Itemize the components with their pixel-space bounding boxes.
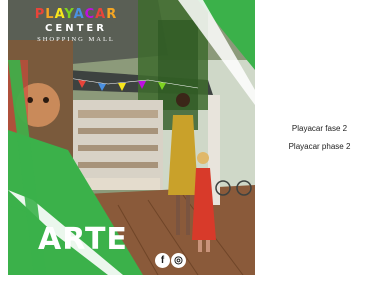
logo-wordmark: PLAYACAR: [26, 8, 126, 21]
promo-banner: PLAYACAR CENTER SHOPPING MALL ARTE f ◎: [8, 0, 255, 275]
logo-letter: Y: [64, 7, 74, 22]
logo-letter: A: [54, 7, 65, 22]
logo-letter: P: [34, 7, 46, 22]
logo-subtitle: CENTER: [45, 23, 107, 34]
instagram-icon[interactable]: ◎: [171, 253, 186, 268]
logo-letter: C: [84, 7, 96, 22]
logo-letter: R: [106, 7, 118, 22]
caption-spanish: Playacar fase 2: [291, 124, 348, 133]
facebook-icon[interactable]: f: [155, 253, 170, 268]
brand-logo: PLAYACAR CENTER SHOPPING MALL: [26, 8, 126, 44]
logo-tagline: SHOPPING MALL: [37, 36, 115, 43]
logo-letter: A: [73, 7, 85, 22]
logo-letter: L: [45, 7, 55, 22]
banner-headline: ARTE: [38, 222, 128, 257]
logo-letter: A: [95, 7, 107, 22]
caption-english: Playacar phase 2: [288, 142, 351, 151]
